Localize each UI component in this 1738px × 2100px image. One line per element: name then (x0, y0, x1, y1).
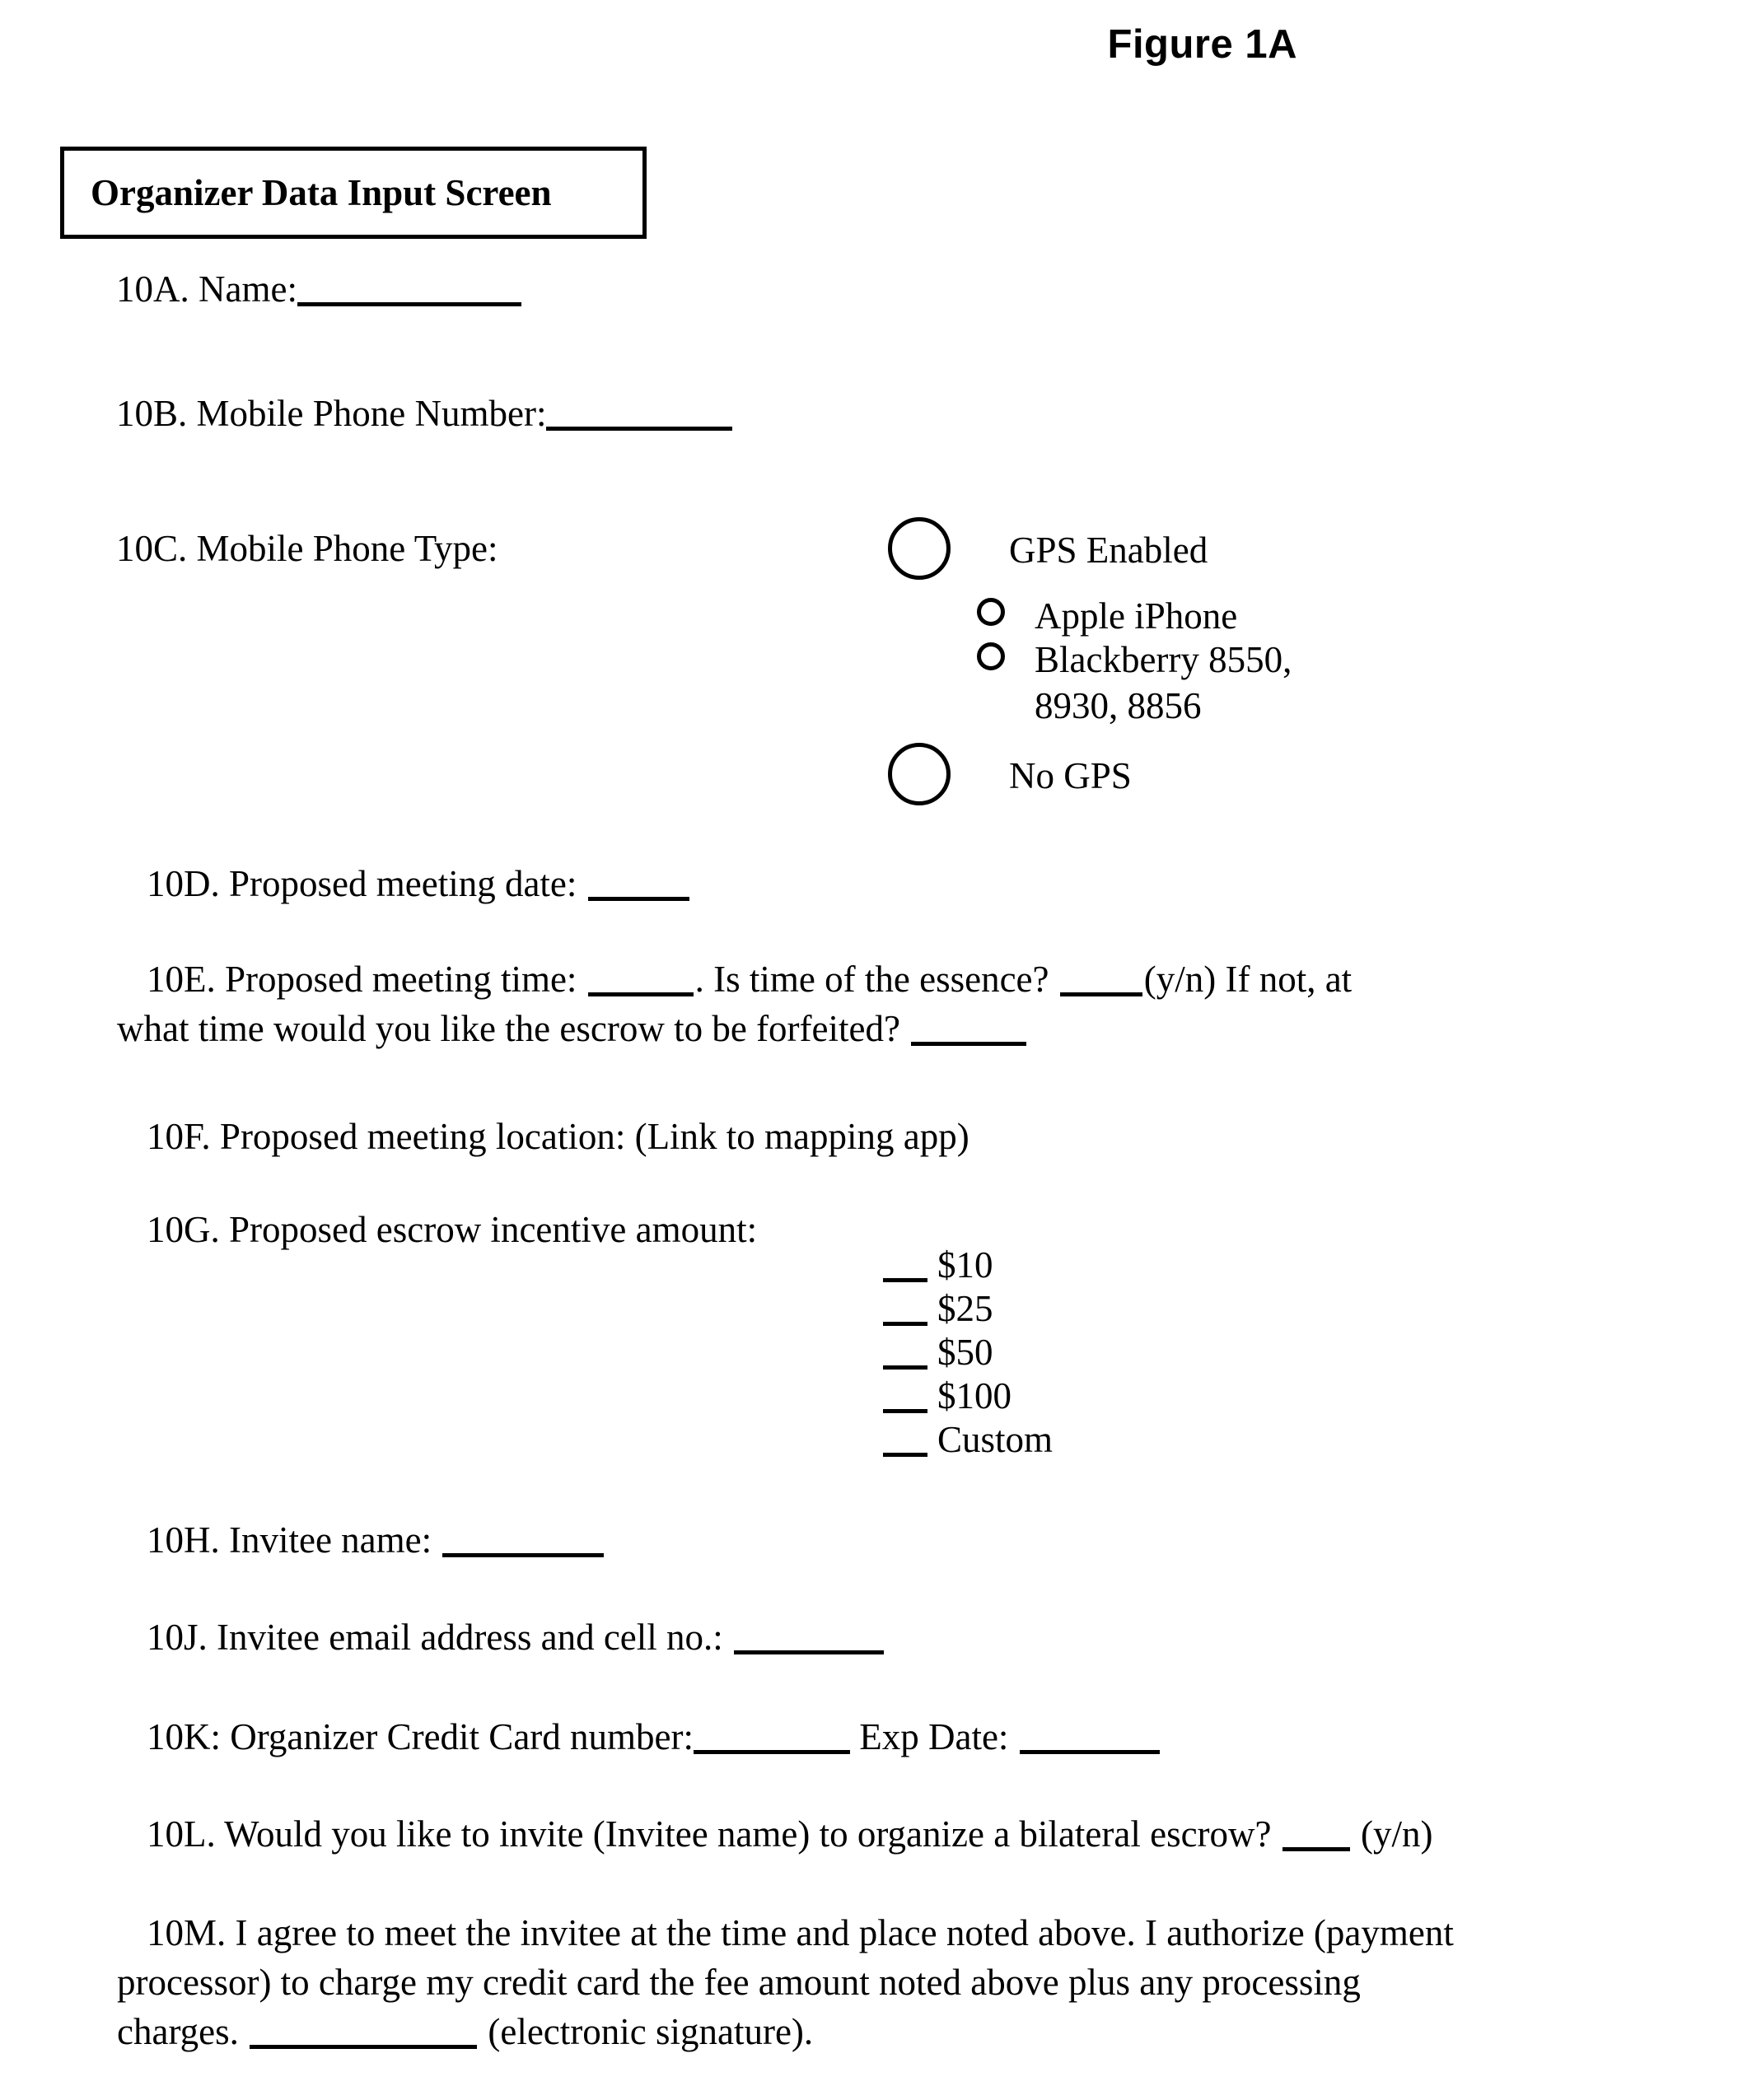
field-10j-invitee-contact-input-blank[interactable] (734, 1650, 885, 1654)
radio-label-gps-enabled: GPS Enabled (1009, 530, 1208, 571)
field-10b-label: 10B. Mobile Phone Number: (116, 393, 547, 434)
field-10e-essence-input-blank[interactable] (1059, 992, 1142, 996)
title-box-label: Organizer Data Input Screen (91, 172, 552, 213)
field-10h-invitee-name-input-blank[interactable] (442, 1553, 605, 1557)
escrow-amount-option[interactable]: $25 (883, 1287, 1053, 1331)
radio-circle-icon[interactable] (977, 598, 1005, 626)
field-10e-label-part-2: . Is time of the essence? (694, 959, 1049, 1000)
field-10m-signature-input-blank[interactable] (250, 2044, 478, 2049)
escrow-amount-option[interactable]: Custom (883, 1418, 1053, 1462)
field-10k-exp-date-input-blank[interactable] (1019, 1750, 1160, 1754)
radio-label-no-gps: No GPS (1009, 755, 1132, 796)
field-10e-forfeit-time-input-blank[interactable] (911, 1041, 1027, 1046)
escrow-amount-label: $10 (937, 1244, 993, 1286)
field-10c-label: 10C. Mobile Phone Type: (116, 528, 498, 569)
organizer-data-input-screen-title-box: Organizer Data Input Screen (60, 147, 647, 239)
radio-label-blackberry: Blackberry 8550, 8930, 8856 (1035, 639, 1292, 727)
field-10a-name: 10A. Name: (116, 265, 521, 315)
field-10m-agreement: 10M. I agree to meet the invitee at the … (117, 1909, 1670, 2057)
field-10m-line-2: processor) to charge my credit card the … (117, 1958, 1670, 2008)
radio-circle-icon[interactable] (888, 517, 951, 580)
figure-caption: Figure 1A (1107, 22, 1297, 67)
field-10k-card-number-input-blank[interactable] (694, 1750, 850, 1754)
field-10m-text-line-1: 10M. I agree to meet the invitee at the … (147, 1912, 1454, 1953)
escrow-amount-option[interactable]: $50 (883, 1331, 1053, 1374)
patent-figure-page: Figure 1A Organizer Data Input Screen 10… (0, 0, 1738, 2100)
field-10j-invitee-contact: 10J. Invitee email address and cell no.: (147, 1613, 885, 1663)
field-10k-label-part-1: 10K: Organizer Credit Card number: (147, 1716, 694, 1757)
field-10f-meeting-location[interactable]: 10F. Proposed meeting location: (Link to… (147, 1113, 969, 1162)
escrow-checkbox-blank[interactable] (883, 1322, 927, 1327)
field-10e-label-part-3: (y/n) If not, at (1143, 959, 1353, 1000)
escrow-amount-option-list: $10 $25 $50 $100 Custom (883, 1244, 1053, 1462)
escrow-checkbox-blank[interactable] (883, 1365, 927, 1370)
field-10a-label: 10A. Name: (116, 268, 297, 310)
escrow-amount-option[interactable]: $10 (883, 1244, 1053, 1287)
radio-option-apple-iphone[interactable]: Apple iPhone (977, 595, 1237, 639)
field-10e-label-part-1: 10E. Proposed meeting time: (147, 959, 577, 1000)
field-10b-mobile-phone-number-input-blank[interactable] (546, 427, 733, 431)
field-10e-line-2: what time would you like the escrow to b… (117, 1005, 1629, 1054)
escrow-checkbox-blank[interactable] (883, 1409, 927, 1414)
escrow-checkbox-blank[interactable] (883, 1278, 927, 1282)
escrow-amount-label: $25 (937, 1288, 993, 1330)
radio-circle-icon[interactable] (888, 743, 951, 805)
field-10k-label-part-2: Exp Date: (859, 1716, 1009, 1757)
field-10m-text-line-3-part-1: charges. (117, 2010, 239, 2052)
field-10e-forfeit-label: what time would you like the escrow to b… (117, 1007, 900, 1049)
field-10b-mobile-phone-number: 10B. Mobile Phone Number: (116, 390, 733, 439)
escrow-checkbox-blank[interactable] (883, 1453, 927, 1458)
field-10f-label: 10F. Proposed meeting location: (Link to… (147, 1116, 969, 1157)
field-10d-meeting-date-input-blank[interactable] (587, 897, 689, 901)
field-10h-label: 10H. Invitee name: (147, 1519, 432, 1561)
field-10g-escrow-incentive: 10G. Proposed escrow incentive amount: (147, 1206, 757, 1255)
field-10m-line-1: 10M. I agree to meet the invitee at the … (147, 1909, 1670, 1958)
radio-option-gps-enabled[interactable]: GPS Enabled (888, 517, 1208, 580)
field-10k-credit-card: 10K: Organizer Credit Card number: Exp D… (147, 1713, 1161, 1762)
escrow-amount-label: $50 (937, 1332, 993, 1374)
radio-option-blackberry[interactable]: Blackberry 8550, 8930, 8856 (977, 639, 1292, 730)
field-10d-label: 10D. Proposed meeting date: (147, 863, 577, 904)
field-10j-label: 10J. Invitee email address and cell no.: (147, 1617, 723, 1658)
escrow-amount-option[interactable]: $100 (883, 1374, 1053, 1418)
radio-label-apple-iphone: Apple iPhone (1035, 595, 1238, 637)
field-10m-text-line-2: processor) to charge my credit card the … (117, 1961, 1361, 2003)
field-10l-label-part-1: 10L. Would you like to invite (Invitee n… (147, 1813, 1272, 1855)
field-10m-line-3: charges. (electronic signature). (117, 2008, 1670, 2057)
field-10g-label: 10G. Proposed escrow incentive amount: (147, 1209, 758, 1250)
field-10l-bilateral-invite: 10L. Would you like to invite (Invitee n… (147, 1810, 1433, 1860)
field-10e-line-1: 10E. Proposed meeting time: . Is time of… (147, 955, 1629, 1005)
field-10c-mobile-phone-type: 10C. Mobile Phone Type: (116, 525, 498, 574)
field-10m-text-line-3-part-2: (electronic signature). (488, 2010, 814, 2052)
field-10l-yes-no-input-blank[interactable] (1282, 1847, 1350, 1851)
field-10e-meeting-time-input-blank[interactable] (587, 992, 694, 996)
field-10h-invitee-name: 10H. Invitee name: (147, 1516, 605, 1566)
field-10e-meeting-time: 10E. Proposed meeting time: . Is time of… (117, 955, 1629, 1054)
escrow-amount-label: $100 (937, 1375, 1011, 1417)
field-10l-label-part-2: (y/n) (1361, 1813, 1433, 1855)
escrow-amount-label: Custom (937, 1419, 1054, 1461)
radio-circle-icon[interactable] (977, 642, 1005, 670)
field-10d-meeting-date: 10D. Proposed meeting date: (147, 860, 691, 909)
field-10a-name-input-blank[interactable] (297, 302, 521, 306)
radio-option-no-gps[interactable]: No GPS (888, 743, 1132, 805)
